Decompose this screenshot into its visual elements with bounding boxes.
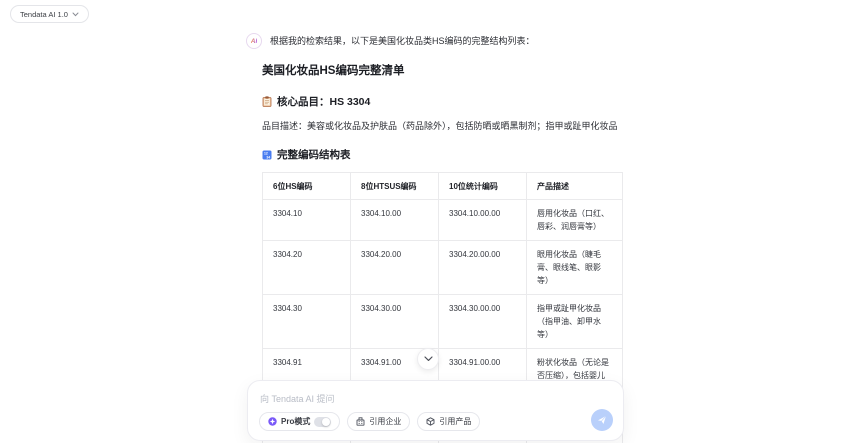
table-row: 3304.30 3304.30.00 3304.30.00.00 指甲或趾甲化妆… bbox=[262, 294, 623, 349]
model-selector-label: Tendata AI 1.0 bbox=[20, 9, 68, 19]
cell: 3304.20.00.00 bbox=[438, 240, 527, 295]
building-icon bbox=[356, 417, 365, 426]
cell: 3304.20.00 bbox=[350, 240, 439, 295]
input-numbers-icon: 12 34 bbox=[262, 150, 272, 160]
col-header-description: 产品描述 bbox=[526, 172, 623, 200]
cell: 眼用化妆品（睫毛膏、眼线笔、眼影等） bbox=[526, 240, 623, 295]
svg-text:34: 34 bbox=[266, 155, 270, 159]
send-button[interactable] bbox=[591, 409, 613, 431]
cell: 3304.10.00 bbox=[350, 199, 439, 241]
ai-avatar: AI bbox=[246, 33, 262, 49]
table-row: 3304.10 3304.10.00 3304.10.00.00 唇用化妆品（口… bbox=[262, 199, 623, 241]
col-header-hs6: 6位HS编码 bbox=[262, 172, 351, 200]
section-table-heading: 12 34 完整编码结构表 bbox=[262, 147, 624, 162]
sparkle-badge-icon bbox=[268, 417, 277, 426]
table-header-row: 6位HS编码 8位HTSUS编码 10位统计编码 产品描述 bbox=[262, 172, 623, 200]
ai-avatar-label: AI bbox=[250, 37, 258, 45]
document-title: 美国化妆品HS编码完整清单 bbox=[262, 65, 405, 77]
section-core-title: 核心品目：HS 3304 bbox=[277, 96, 371, 108]
collapse-button[interactable] bbox=[417, 348, 439, 370]
clipboard-icon bbox=[262, 96, 272, 107]
composer-tools: Pro模式 引用企业 引用产品 bbox=[259, 412, 481, 431]
col-header-htsus8: 8位HTSUS编码 bbox=[350, 172, 439, 200]
cite-product-label: 引用产品 bbox=[439, 417, 472, 426]
chevron-down-icon bbox=[423, 356, 433, 362]
section-core-description: 品目描述：美容或化妆品及护肤品（药品除外），包括防晒或晒黑制剂；指甲或趾甲化妆品 bbox=[262, 121, 618, 131]
pro-mode-label: Pro模式 bbox=[281, 417, 311, 426]
message-intro: 根据我的检索结果，以下是美国化妆品类HS编码的完整结构列表： bbox=[270, 36, 535, 46]
cell: 指甲或趾甲化妆品（指甲油、卸甲水等） bbox=[526, 294, 623, 349]
col-header-stat10: 10位统计编码 bbox=[438, 172, 527, 200]
cite-product-button[interactable]: 引用产品 bbox=[417, 412, 481, 431]
section-core-heading: 核心品目：HS 3304 bbox=[262, 94, 624, 109]
cell: 3304.10 bbox=[262, 199, 351, 241]
cell: 唇用化妆品（口红、唇彩、润唇膏等） bbox=[526, 199, 623, 241]
cite-company-button[interactable]: 引用企业 bbox=[347, 412, 411, 431]
cell: 3304.30.00 bbox=[350, 294, 439, 349]
section-table-title: 完整编码结构表 bbox=[277, 149, 351, 161]
pro-mode-button[interactable]: Pro模式 bbox=[259, 412, 341, 431]
cube-icon bbox=[426, 417, 435, 426]
chevron-down-icon bbox=[72, 12, 79, 17]
cite-company-label: 引用企业 bbox=[369, 417, 402, 426]
chat-page: Tendata AI 1.0 AI 根据我的检索结果，以下是美国化妆品类HS编码… bbox=[0, 0, 841, 443]
table-row: 3304.20 3304.20.00 3304.20.00.00 眼用化妆品（睫… bbox=[262, 240, 623, 295]
cell: 3304.30 bbox=[262, 294, 351, 349]
paper-plane-icon bbox=[597, 415, 607, 425]
cell: 3304.10.00.00 bbox=[438, 199, 527, 241]
pro-mode-toggle[interactable] bbox=[314, 416, 332, 427]
cell: 3304.30.00.00 bbox=[438, 294, 527, 349]
composer: Pro模式 引用企业 bbox=[247, 380, 624, 441]
model-selector[interactable]: Tendata AI 1.0 bbox=[10, 5, 89, 23]
chat-input[interactable] bbox=[260, 394, 540, 404]
cell: 3304.20 bbox=[262, 240, 351, 295]
